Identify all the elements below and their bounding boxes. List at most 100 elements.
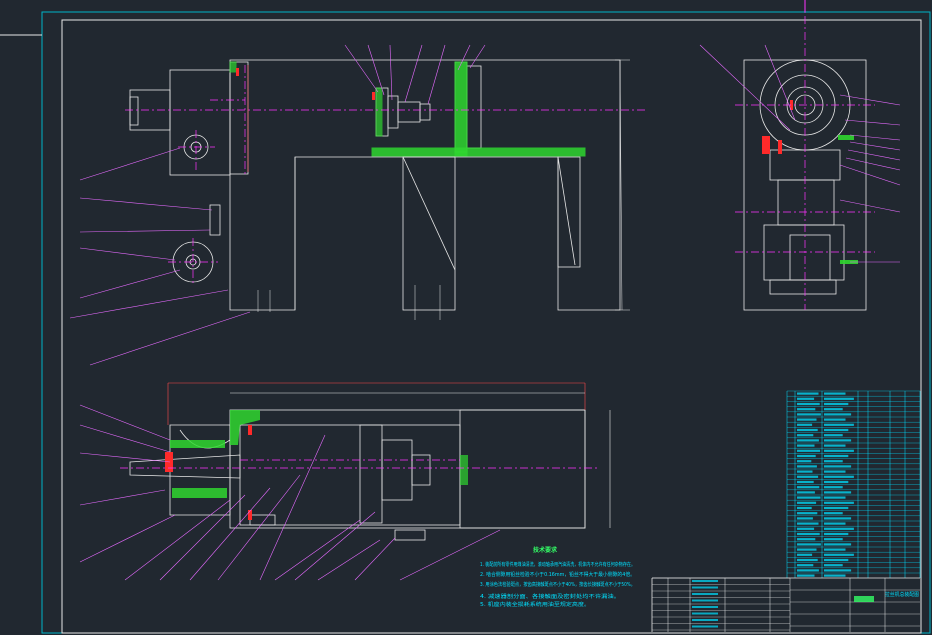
parts-list-entry [824, 512, 843, 515]
parts-list-code [797, 460, 812, 463]
parts-list-code [797, 496, 821, 499]
parts-list-entry [824, 408, 843, 411]
parts-list-entry [824, 506, 849, 510]
title-block-entry [692, 606, 718, 608]
title-block-entry [692, 625, 718, 628]
side-view-leaders [699, 44, 901, 263]
parts-list-code [797, 428, 818, 432]
parts-list-code [797, 517, 813, 520]
tech-req-heading: 技术要求 [533, 546, 558, 554]
tech-req-line-4: 4. 减速器剖分面、各接触面及密封处均不许漏油。 [480, 593, 620, 600]
parts-list-entry [824, 402, 849, 406]
parts-list-code [797, 465, 817, 468]
parts-list-code [797, 553, 813, 556]
parts-list-code [797, 480, 814, 484]
parts-list-code [797, 408, 816, 411]
cad-drawing-canvas: 技术要求 1. 装配前所有零件用煤油清洗，滚动轴承用汽油清洗，机体内不允许有任何… [0, 0, 931, 634]
parts-list-entry [824, 449, 854, 452]
front-view-leaders [69, 44, 486, 366]
parts-list-entry [824, 480, 849, 484]
parts-list-entry [824, 548, 846, 551]
parts-list-entry [824, 486, 843, 489]
parts-list-code [797, 470, 813, 473]
parts-list-entry [824, 564, 843, 567]
parts-list-code [797, 449, 821, 452]
parts-list-entry [824, 439, 852, 442]
parts-list-entry [824, 522, 846, 525]
parts-list-code [797, 522, 819, 525]
parts-list-code [797, 444, 815, 447]
parts-list-entry [824, 527, 854, 530]
parts-list-entry [824, 423, 854, 426]
title-block-logo [854, 596, 874, 602]
parts-list-entry [824, 553, 854, 556]
title-block-entry [692, 593, 718, 595]
parts-list-entry [824, 418, 846, 421]
parts-list-code [797, 434, 814, 437]
parts-list-code [797, 392, 819, 395]
parts-list-entry [824, 538, 843, 541]
parts-list-entry [824, 532, 849, 536]
tech-req-line-3: 3. 用涂色法检验斑点，按齿高接触斑点不小于40%，按齿长接触斑点不小于50%。 [480, 581, 635, 588]
tech-req-line-2: 2. 啮合侧隙用铅丝检验不小于0.16mm，铅丝不得大于最小侧隙的4倍。 [480, 571, 635, 578]
parts-list-code [797, 548, 817, 551]
parts-list-entry [824, 465, 852, 468]
parts-list-code [797, 538, 816, 541]
parts-list-table [786, 390, 921, 578]
parts-list-code [797, 402, 820, 406]
parts-list-code [797, 506, 812, 510]
title-block-entry [692, 612, 718, 615]
tech-req-line-5: 5. 机座内装全损耗系统用油至规定高度。 [480, 601, 590, 608]
parts-list-code [797, 413, 821, 416]
parts-list-code [797, 397, 815, 400]
side-view-hatching [838, 135, 858, 264]
parts-list-entry [824, 517, 852, 520]
section-view-red-parts [165, 425, 252, 520]
parts-list-code [797, 527, 815, 530]
parts-list-code [797, 558, 818, 562]
front-view-hatching [229, 61, 586, 157]
parts-list-entry [824, 397, 854, 400]
parts-list-code [797, 532, 820, 536]
title-block-entry [692, 580, 718, 582]
parts-list-entry [824, 543, 852, 546]
parts-list-code [797, 501, 817, 504]
parts-list-entry [824, 428, 849, 432]
parts-list-entry [824, 460, 843, 463]
front-view-red-parts [236, 68, 375, 100]
front-view-dimensions [247, 59, 630, 320]
front-view-centerlines [125, 65, 645, 286]
parts-list-code [797, 512, 818, 515]
parts-list-entry [824, 413, 852, 416]
parts-list-code [797, 491, 815, 494]
parts-list-entry [824, 434, 843, 437]
parts-list-entry [824, 501, 854, 504]
title-block-name: 拉丝机总装配图 [885, 591, 919, 598]
parts-list-code [797, 439, 819, 442]
parts-list-code [797, 486, 820, 489]
tech-req-line-1: 1. 装配前所有零件用煤油清洗，滚动轴承用汽油清洗，机体内不允许有任何杂物存在。 [480, 561, 635, 568]
parts-list-code [797, 574, 815, 577]
title-block-entry [692, 599, 718, 602]
parts-list-code [797, 569, 819, 572]
parts-list-code [797, 564, 814, 567]
parts-list-entry [824, 392, 846, 395]
parts-list-code [797, 475, 819, 478]
parts-list-code [797, 423, 813, 426]
technical-requirements: 技术要求 1. 装配前所有零件用煤油清洗，滚动轴承用汽油清洗，机体内不允许有任何… [480, 546, 635, 608]
parts-list-entry [824, 569, 852, 572]
parts-list-entry [824, 454, 849, 458]
parts-list-code [797, 418, 817, 421]
parts-list-entry [824, 558, 849, 562]
parts-list-entry [824, 444, 846, 447]
section-view [129, 409, 586, 541]
parts-list-code [797, 454, 816, 458]
parts-list-code [797, 543, 821, 546]
parts-list-entry [824, 491, 852, 494]
parts-list-entry [824, 475, 854, 478]
title-block [651, 577, 920, 632]
parts-list-entry [824, 574, 846, 577]
parts-list-entry [824, 496, 846, 499]
section-view-leaders [79, 404, 501, 581]
title-block-entry [692, 586, 718, 589]
